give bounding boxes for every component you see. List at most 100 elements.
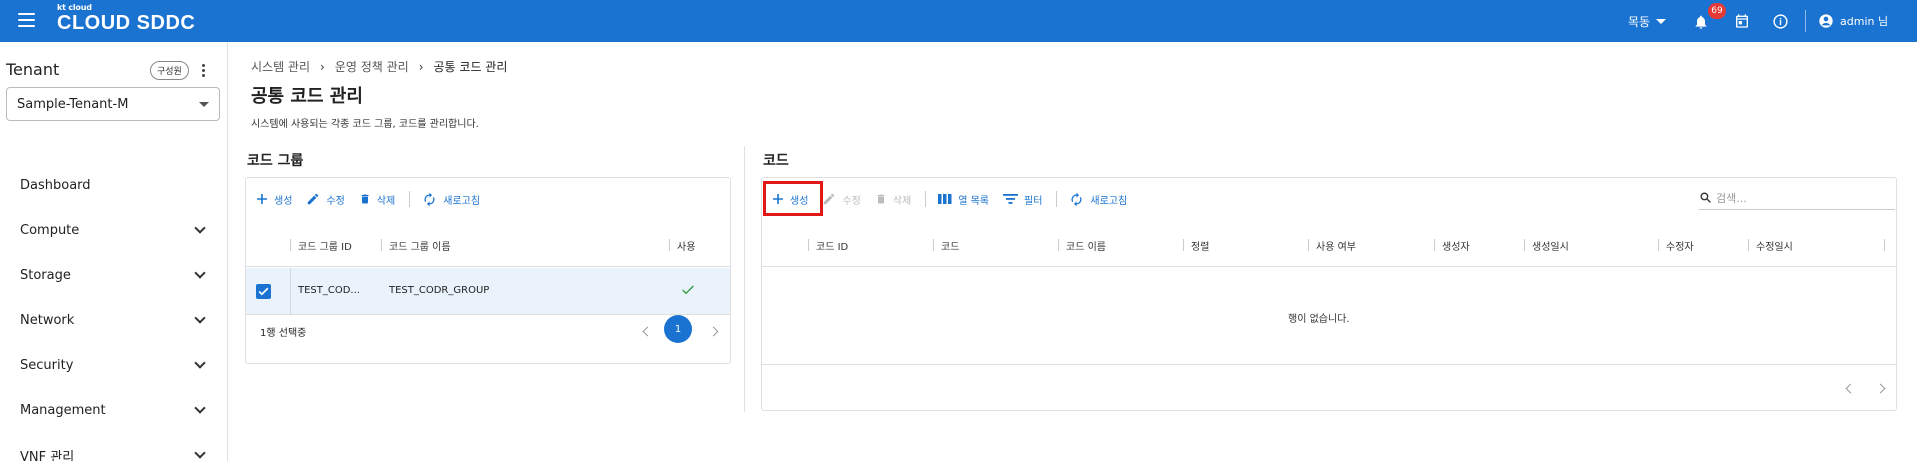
cell-divider [290,268,291,315]
breadcrumb-item[interactable]: 시스템 관리 [251,58,310,75]
nav-item-label: VNF 관리 [20,449,75,461]
column-header-modifier[interactable]: 수정자 [1658,223,1694,267]
nav-item-vnf[interactable]: VNF 관리 [0,435,228,461]
code-edit-button[interactable]: 수정 [822,187,861,211]
refresh-icon [1069,192,1084,207]
app-logo[interactable]: kt cloud CLOUD SDDC [57,3,195,34]
trash-icon [875,192,887,206]
prev-page-icon[interactable] [642,326,653,337]
prev-page-icon[interactable] [1845,383,1856,394]
column-label: 코드 [941,241,960,253]
column-header-code-id[interactable]: 코드 ID [808,223,848,267]
column-header-code-name[interactable]: 코드 이름 [1058,223,1106,267]
calendar-icon [1736,14,1748,28]
code-title: 코드 [763,153,789,169]
check-icon [258,287,269,296]
chevron-down-icon [1656,18,1667,24]
bell-icon [1695,15,1707,29]
code-edit-label: 수정 [842,195,861,207]
nav-item-compute[interactable]: Compute [0,210,228,250]
page-1-button[interactable]: 1 [664,315,692,343]
sidebar: Tenant 구성원 Sample-Tenant-M Dashboard Com… [0,42,228,461]
nav-item-label: Compute [20,222,80,238]
code-delete-button[interactable]: 삭제 [875,187,911,211]
check-icon [679,282,697,301]
info-button[interactable] [1772,0,1789,42]
info-icon [1773,13,1788,29]
chevron-down-icon [194,357,206,369]
column-header-use-status[interactable]: 사용 여부 [1308,223,1356,267]
group-refresh-button[interactable]: 새로고침 [422,187,480,211]
tenant-select[interactable]: Sample-Tenant-M [6,87,220,121]
column-label: 코드 이름 [1066,241,1106,253]
table-row[interactable]: TEST_COD... TEST_CODR_GROUP [246,268,730,315]
nav-item-label: Dashboard [20,177,91,193]
nav-item-network[interactable]: Network [0,300,228,340]
region-label: 목동 [1628,14,1651,29]
group-edit-button[interactable]: 수정 [306,187,345,211]
more-vert-icon[interactable] [202,64,206,79]
nav-item-security[interactable]: Security [0,345,228,385]
group-delete-button[interactable]: 삭제 [359,187,395,211]
column-header-modified-at[interactable]: 수정일시 [1748,223,1793,267]
panel-divider [744,146,745,412]
notification-badge: 69 [1708,3,1726,19]
column-header-created-at[interactable]: 생성일시 [1524,223,1569,267]
region-selector[interactable]: 목동 [1628,0,1667,42]
role-chip: 구성원 [150,61,189,80]
column-header-group-name[interactable]: 코드 그룹 이름 [381,223,451,267]
code-group-grid: 생성 수정 삭제 새로고침 코드 그룹 ID 코드 그룹 이름 사용 TEST_… [245,177,731,364]
empty-rows-message: 행이 없습니다. [1288,314,1350,325]
next-page-icon[interactable] [1875,383,1886,394]
logo-brand: kt cloud [57,3,92,12]
column-header-used[interactable]: 사용 [669,223,695,267]
menu-icon[interactable] [18,13,35,27]
column-label: 수정일시 [1756,241,1793,253]
filter-button[interactable]: 필터 [1003,187,1042,211]
tenant-select-value: Sample-Tenant-M [17,96,129,112]
cell-group-id: TEST_COD... [298,285,360,296]
code-grid: 생성 수정 삭제 열 목록 필터 새로고침 검색... 코드 ID 코드 코드 … [761,177,1897,411]
refresh-icon [422,192,437,207]
nav-item-storage[interactable]: Storage [0,255,228,295]
row-checkbox[interactable] [256,284,271,299]
code-refresh-button[interactable]: 새로고침 [1069,187,1127,211]
column-header-code[interactable]: 코드 [933,223,960,267]
chevron-down-icon [194,402,206,414]
next-page-icon[interactable] [708,326,719,337]
user-menu[interactable]: admin 님 [1818,0,1888,42]
search-input[interactable]: 검색... [1699,186,1895,210]
nav-item-management[interactable]: Management [0,390,228,430]
columns-button[interactable]: 열 목록 [938,187,989,211]
notifications-button[interactable]: 69 [1693,0,1726,42]
plus-icon [256,193,268,205]
code-toolbar: 생성 수정 삭제 열 목록 필터 새로고침 [772,178,1141,220]
nav-item-dashboard[interactable]: Dashboard [0,165,228,205]
user-name: admin 님 [1840,15,1889,28]
search-icon [1700,192,1711,203]
breadcrumb-item[interactable]: 운영 정책 관리 [335,58,409,75]
column-header-creator[interactable]: 생성자 [1434,223,1470,267]
column-label: 수정자 [1666,241,1694,253]
column-header-group-id[interactable]: 코드 그룹 ID [290,223,352,267]
breadcrumb-current: 공통 코드 관리 [433,60,508,74]
code-group-toolbar: 생성 수정 삭제 새로고침 [256,178,494,220]
group-create-button[interactable]: 생성 [256,187,292,211]
column-label: 생성자 [1442,241,1470,253]
trash-icon [359,192,371,206]
calendar-button[interactable] [1734,0,1750,42]
grid-footer-divider [762,364,1896,365]
pencil-icon [306,192,320,206]
nav-item-label: Network [20,312,75,328]
column-header-sort[interactable]: 정렬 [1183,223,1209,267]
group-refresh-label: 새로고침 [443,195,481,207]
nav-item-label: Storage [20,267,71,283]
chevron-right-icon: › [418,59,424,74]
page-title: 공통 코드 관리 [251,86,363,107]
column-label: 코드 그룹 이름 [389,241,451,253]
chevron-down-icon [194,312,206,324]
topbar-divider [1805,10,1806,32]
page-description: 시스템에 사용되는 각종 코드 그룹, 코드를 관리합니다. [251,119,479,130]
top-app-bar: kt cloud CLOUD SDDC 목동 69 admin 님 [0,0,1917,42]
columns-label: 열 목록 [958,195,989,207]
